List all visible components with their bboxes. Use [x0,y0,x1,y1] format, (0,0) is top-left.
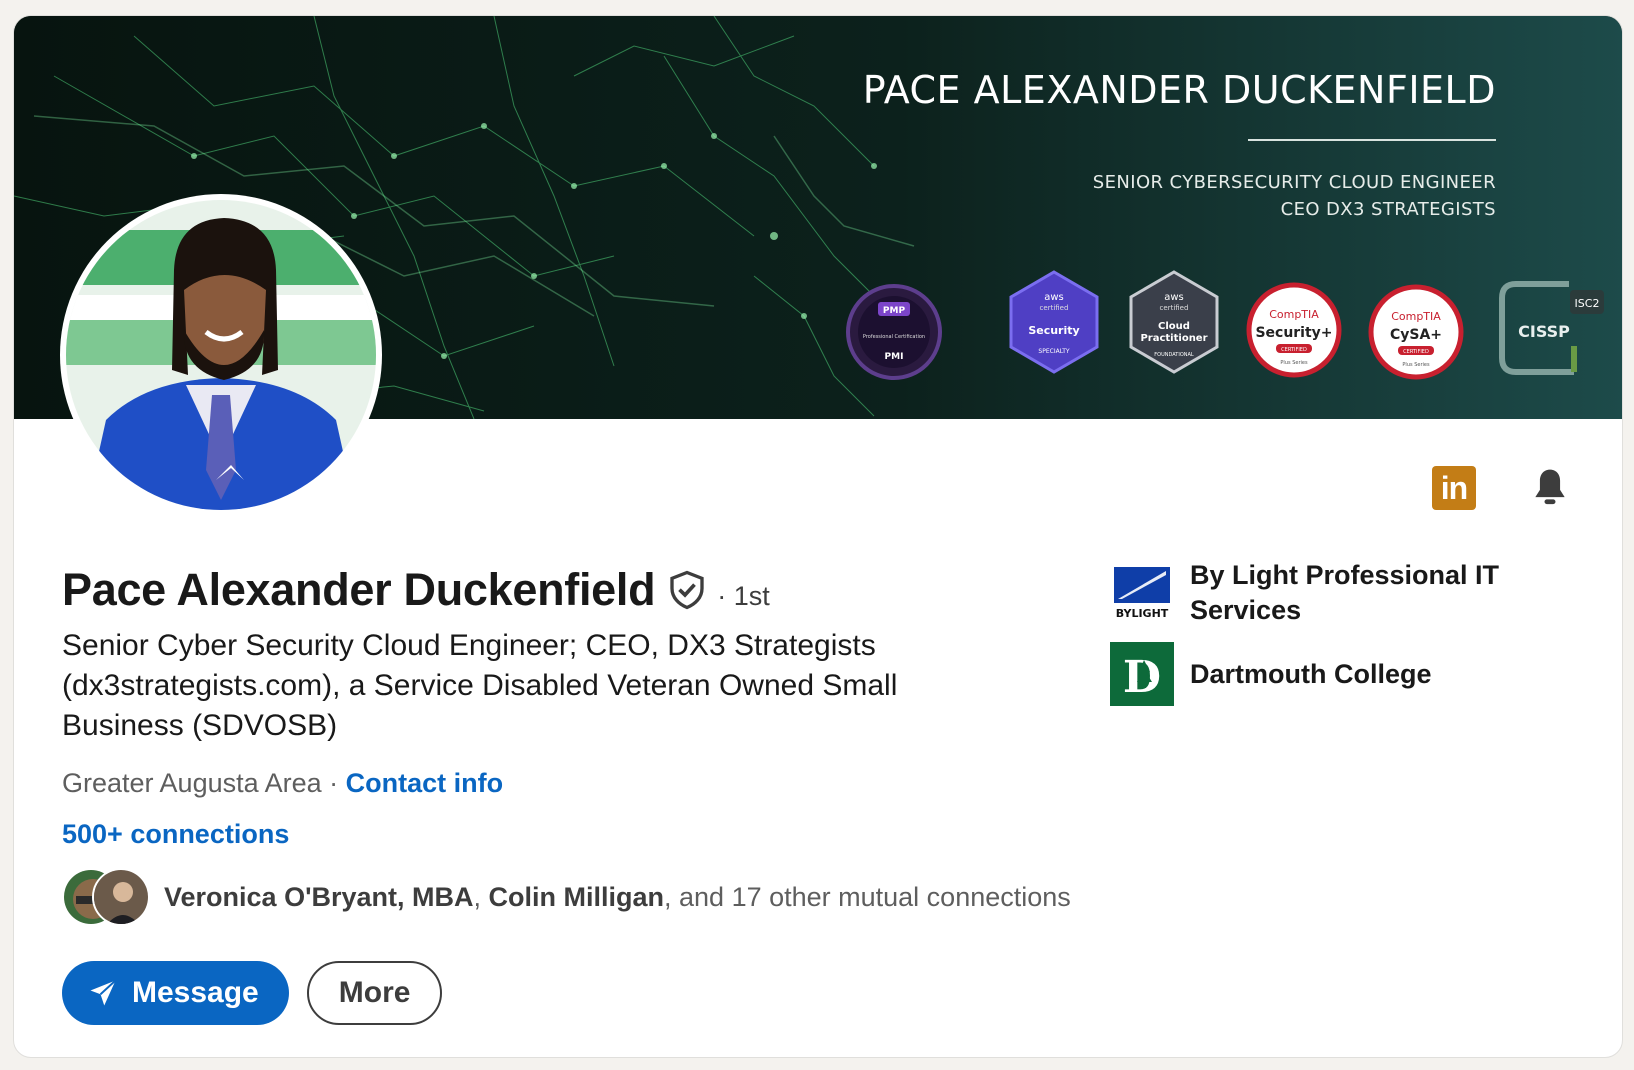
profile-photo[interactable] [60,194,382,516]
comptia-sec-certified: CERTIFIED [1281,347,1307,353]
aws-sec-aws: aws [1044,292,1064,303]
org-bylight-name: By Light Professional IT Services [1190,560,1500,625]
cissp-label: CISSP [1518,322,1570,341]
pmp-badge: PMP Professional Certification PMI [846,284,942,380]
mutual-name-1[interactable]: Veronica O'Bryant, MBA [164,882,474,912]
pmi-label: PMI [885,352,904,362]
mutual-connections-text: Veronica O'Bryant, MBA, Colin Milligan, … [164,882,1071,913]
aws-cp-aws: aws [1164,292,1184,303]
comptia-sec-title: Security+ [1255,325,1332,341]
comptia-cysa-badge: CompTIA CySA+ CERTIFIED Plus Series [1368,284,1464,380]
profile-headline: Senior Cyber Security Cloud Engineer; CE… [62,629,898,742]
aws-sec-title: Security [1028,324,1079,337]
connection-degree: · 1st [717,581,770,611]
mutual-connections[interactable]: Veronica O'Bryant, MBA, Colin Milligan, … [62,868,1071,926]
more-button[interactable]: More [306,961,443,1025]
aws-cloud-practitioner-badge: aws certified Cloud Practitioner FOUNDAT… [1129,270,1219,374]
comptia-cysa-title: CySA+ [1390,327,1442,343]
pmp-label: PMP [883,306,906,316]
org-dartmouth-name: Dartmouth College [1190,658,1432,689]
profile-name: Pace Alexander Duckenfield [62,564,656,615]
org-dartmouth[interactable]: D Dartmouth College [1110,642,1550,706]
isc2-label: ISC2 [1575,297,1600,310]
comptia-security-badge: CompTIA Security+ CERTIFIED Plus Series [1246,282,1342,378]
aws-cp-title2: Practitioner [1140,333,1207,344]
mutual-separator: , [473,881,489,912]
pmp-sub: Professional Certification [863,334,925,340]
contact-info-link[interactable]: Contact info [346,768,503,798]
aws-sec-certified: certified [1040,304,1069,312]
aws-cp-certified: certified [1160,304,1189,312]
comptia-sec-brand: CompTIA [1269,308,1319,321]
org-bylight[interactable]: BYLIGHT By Light Professional IT Service… [1110,558,1550,628]
send-icon [90,979,117,1006]
comptia-cysa-brand: CompTIA [1391,310,1441,323]
connections-link[interactable]: 500+ connections [62,819,289,850]
message-button[interactable]: Message [62,961,289,1025]
message-button-label: Message [132,976,259,1009]
location-text: Greater Augusta Area [62,768,322,798]
bylight-logo: BYLIGHT [1110,561,1174,625]
linkedin-icon[interactable]: in [1432,466,1476,510]
top-actions: in [1432,466,1572,510]
profile-name-row: Pace Alexander Duckenfield · 1st [62,564,770,616]
cissp-badge: ISC2 CISSP [1499,281,1604,375]
mutual-name-2[interactable]: Colin Milligan [489,882,665,912]
comptia-cysa-certified: CERTIFIED [1403,349,1429,355]
dartmouth-logo: D [1110,642,1174,706]
mutual-rest: , and 17 other mutual connections [664,881,1071,912]
bell-icon[interactable] [1528,466,1572,510]
location-separator: · [321,768,346,798]
mutual-avatar-2 [92,868,150,926]
comptia-sec-series: Plus Series [1280,360,1308,366]
mutual-avatars [62,868,152,926]
aws-security-badge: aws certified Security SPECIALTY [1009,270,1099,374]
profile-card: PACE ALEXANDER DUCKENFIELD SENIOR CYBERS… [13,15,1623,1058]
location-row: Greater Augusta Area · Contact info [62,768,503,799]
more-button-label: More [338,976,411,1009]
aws-sec-specialty: SPECIALTY [1038,348,1069,355]
aws-cp-foundational: FOUNDATIONAL [1154,352,1194,358]
profile-actions: Message More [62,961,443,1025]
bylight-logo-text: BYLIGHT [1116,607,1169,620]
profile-photo-image [66,200,376,510]
experience-education: BYLIGHT By Light Professional IT Service… [1110,558,1550,720]
verified-shield-icon[interactable] [667,569,707,611]
aws-cp-title1: Cloud [1158,321,1190,332]
comptia-cysa-series: Plus Series [1402,362,1430,368]
